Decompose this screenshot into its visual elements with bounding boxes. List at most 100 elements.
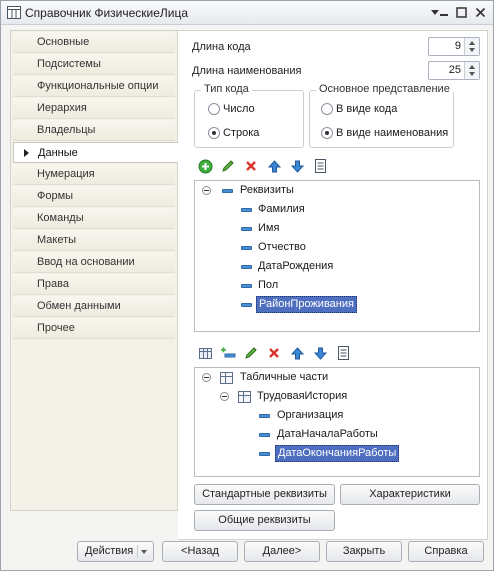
add-column-button[interactable] [219,344,237,362]
code-type-title: Тип кода [201,83,252,95]
nav-item-label: Макеты [37,234,77,246]
nav-item-numbering[interactable]: Нумерация [13,164,175,185]
characteristics-button[interactable]: Характеристики [340,484,480,505]
close-button[interactable]: Закрыть [326,541,402,562]
edit-attribute-button[interactable] [219,157,237,175]
standard-attributes-button[interactable]: Стандартные реквизиты [194,484,335,505]
maximize-button[interactable] [452,4,470,20]
help-button[interactable]: Справка [408,541,484,562]
sort-list-button[interactable] [311,157,329,175]
tree-row-column[interactable]: ДатаНачалаРаботы [195,426,479,445]
radio-label: Строка [223,127,260,139]
name-length-label: Длина наименования [192,65,302,77]
tree-row-label: Табличные части [240,371,329,383]
main-presentation-group: Основное представление В виде кода В вид… [309,83,454,148]
next-button[interactable]: Далее> [244,541,320,562]
nav-item-label: Основные [37,36,90,48]
actions-menu-button[interactable]: Действия [77,541,154,562]
tree-row-label: Фамилия [258,203,305,215]
code-length-label: Длина кода [192,41,251,53]
nav-item-templates[interactable]: Макеты [13,230,175,251]
code-length-stepper[interactable] [464,38,479,55]
sort-tabular-button[interactable] [334,344,352,362]
minimize-icon [440,14,448,16]
tree-row-column[interactable]: Организация [195,407,479,426]
maximize-icon [455,6,467,18]
tree-row-attribute[interactable]: ДатаРождения [195,258,479,277]
nav-item-subsystems[interactable]: Подсистемы [13,54,175,75]
actions-label: Действия [85,545,134,557]
nav-item-data[interactable]: Данные [13,142,178,163]
tree-row-label: Отчество [258,241,306,253]
move-up-button[interactable] [265,157,283,175]
code-type-group: Тип кода Число Строка [194,83,304,148]
common-attributes-button[interactable]: Общие реквизиты [194,510,335,531]
section-nav: Основные Подсистемы Функциональные опции… [10,30,178,511]
nav-item-functional-options[interactable]: Функциональные опции [13,76,175,97]
tree-row-attribute[interactable]: Отчество [195,239,479,258]
data-panel: Длина кода 9 Длина наименования 25 Тип к… [178,30,488,540]
window: Справочник ФизическиеЛица Основные Подси… [0,0,494,571]
delete-icon [269,348,279,358]
collapse-icon[interactable] [202,373,211,382]
delete-attribute-button[interactable] [242,157,260,175]
back-button[interactable]: <Назад [162,541,238,562]
catalog-icon [7,6,21,19]
tree-row-label: Организация [277,409,344,421]
tree-row-attributes-root[interactable]: Реквизиты [195,182,479,201]
nav-item-rights[interactable]: Права [13,274,175,295]
tree-row-attribute[interactable]: Фамилия [195,201,479,220]
add-table-icon [198,348,212,359]
add-tabular-section-button[interactable] [196,344,214,362]
move-up-tabular-button[interactable] [288,344,306,362]
name-length-field[interactable]: 25 [428,61,480,80]
move-down-button[interactable] [288,157,306,175]
add-icon [198,159,212,173]
nav-item-based-on[interactable]: Ввод на основании [13,252,175,273]
nav-item-label: Владельцы [37,124,96,136]
tree-row-tabular-section[interactable]: ТрудоваяИстория [195,388,479,407]
collapse-icon[interactable] [220,392,229,401]
delete-tabular-button[interactable] [265,344,283,362]
tree-row-attribute-selected[interactable]: РайонПроживания [195,296,479,315]
list-icon [314,159,326,173]
nav-item-label: Прочее [37,322,75,334]
table-icon [220,372,233,384]
attribute-icon [241,208,252,212]
nav-item-main[interactable]: Основные [13,32,175,53]
tree-row-column-selected[interactable]: ДатаОкончанияРаботы [195,445,479,464]
add-attribute-button[interactable] [196,157,214,175]
attribute-icon [222,189,233,193]
tree-row-label: ДатаРождения [258,260,334,272]
tree-row-attribute[interactable]: Пол [195,277,479,296]
minimize-button[interactable] [435,4,453,20]
nav-item-owners[interactable]: Владельцы [13,120,175,141]
attributes-tree: Реквизиты Фамилия Имя Отчество ДатаРожде… [194,180,480,332]
nav-item-label: Функциональные опции [37,80,159,92]
nav-item-label: Команды [37,212,84,224]
nav-item-label: Нумерация [37,168,95,180]
tree-row-tabular-root[interactable]: Табличные части [195,369,479,388]
nav-item-hierarchy[interactable]: Иерархия [13,98,175,119]
edit-tabular-button[interactable] [242,344,260,362]
close-window-button[interactable] [471,4,489,20]
close-icon [475,7,485,17]
collapse-icon[interactable] [202,186,211,195]
arrow-down-icon [313,347,327,360]
main-presentation-title: Основное представление [316,83,453,95]
tabular-sections-toolbar [196,344,366,362]
nav-item-data-exchange[interactable]: Обмен данными [13,296,175,317]
tree-row-attribute[interactable]: Имя [195,220,479,239]
tree-row-label: ТрудоваяИстория [257,390,348,402]
attribute-icon [241,227,252,231]
attribute-icon [259,433,270,437]
list-icon [337,346,349,360]
nav-item-other[interactable]: Прочее [13,318,175,339]
pencil-icon [222,160,234,172]
radio-label: В виде кода [336,103,398,115]
nav-item-forms[interactable]: Формы [13,186,175,207]
name-length-stepper[interactable] [464,62,479,79]
nav-item-commands[interactable]: Команды [13,208,175,229]
code-length-field[interactable]: 9 [428,37,480,56]
move-down-tabular-button[interactable] [311,344,329,362]
